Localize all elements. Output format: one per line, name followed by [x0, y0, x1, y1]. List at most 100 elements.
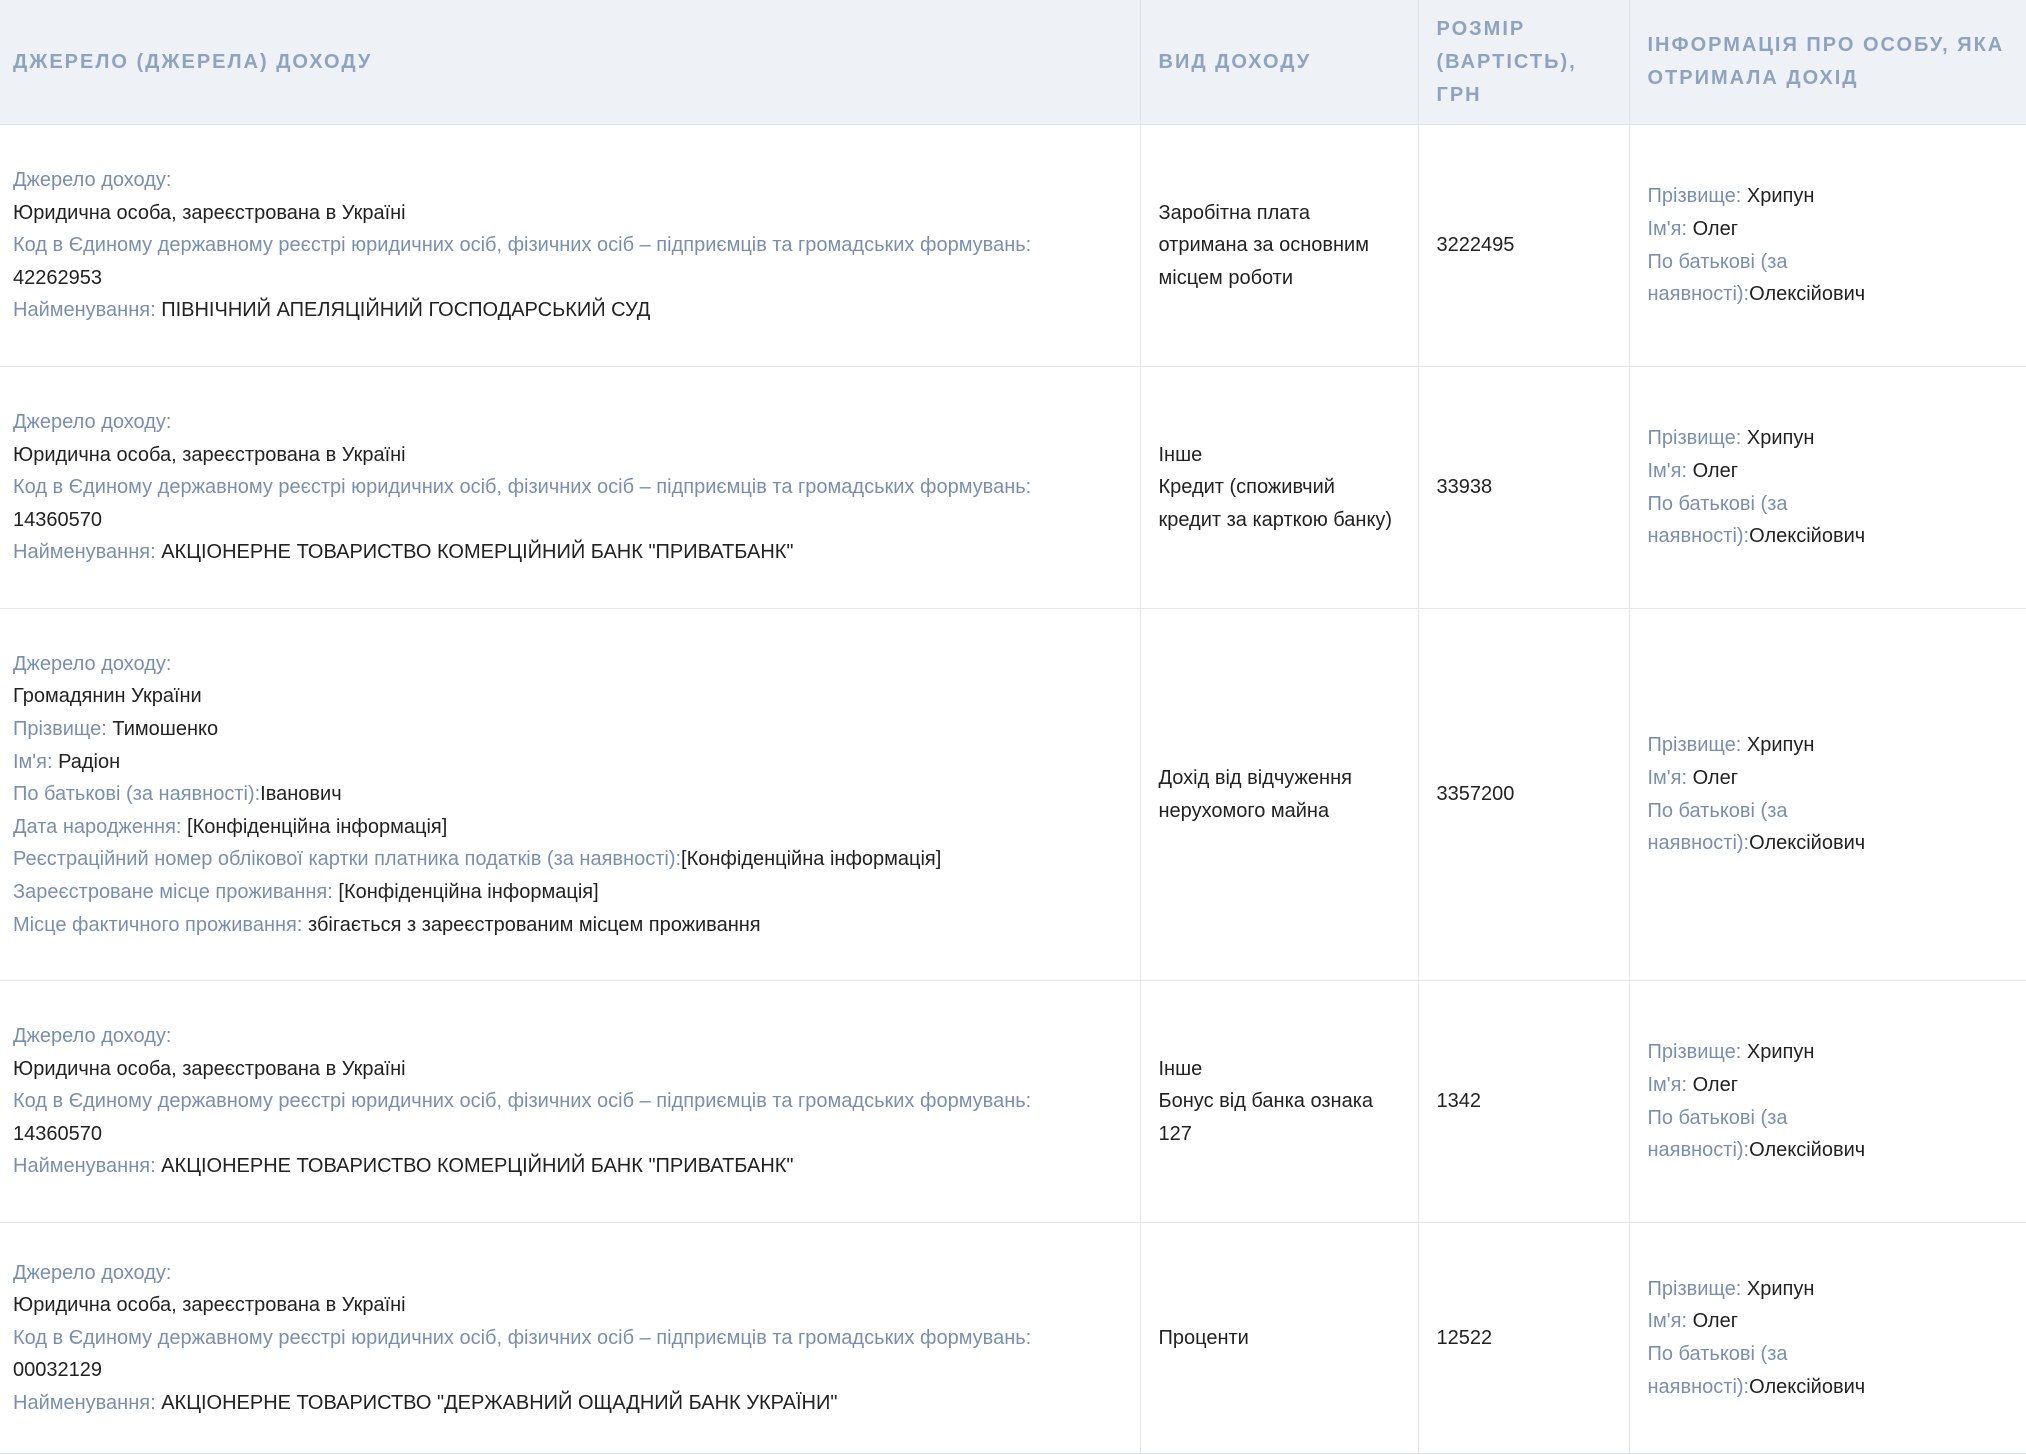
- income-amount-cell: 3222495: [1417, 124, 1629, 367]
- patronymic-label: По батькові (за: [1647, 1343, 1788, 1365]
- registry-code-value: 14360570: [13, 508, 102, 531]
- tax-id-value: [Конфіденційна інформація]: [681, 848, 942, 871]
- entity-name-label: Найменування:: [13, 299, 156, 322]
- source-type: Юридична особа, зареєстрована в Україні: [13, 1057, 406, 1080]
- source-label: Джерело доходу:: [13, 1025, 172, 1048]
- source-label: Джерело доходу:: [13, 652, 172, 675]
- surname-label: Прізвище:: [1647, 1277, 1742, 1300]
- entity-name-value: АКЦІОНЕРНЕ ТОВАРИСТВО "ДЕРЖАВНИЙ ОЩАДНИЙ…: [161, 1391, 838, 1414]
- patronymic-label-cont: наявності):: [1647, 525, 1750, 548]
- recipient-info-cell: Прізвище: Хрипун Ім'я: Олег По батькові …: [1628, 980, 2026, 1223]
- patronymic-value: Олексійович: [1749, 832, 1866, 855]
- patronymic-value: Олексійович: [1749, 1375, 1866, 1398]
- income-source-cell: Джерело доходу: Юридична особа, зареєстр…: [0, 980, 1140, 1223]
- tax-id-label: Реєстраційний номер облікової картки пла…: [13, 848, 682, 871]
- patronymic-label-cont: наявності):: [1647, 1375, 1750, 1398]
- surname-value: Хрипун: [1746, 185, 1815, 208]
- reg-address-value: [Конфіденційна інформація]: [338, 880, 599, 903]
- registry-code-label: Код в Єдиному державному реєстрі юридичн…: [13, 476, 1032, 499]
- income-amount-cell: 12522: [1417, 1222, 1629, 1454]
- patronymic-label: По батькові (за: [1647, 799, 1788, 822]
- patronymic-label-cont: наявності):: [1647, 283, 1750, 306]
- income-table: Джерело (джерела) доходу Вид доходу Розм…: [0, 0, 2026, 1454]
- table-row: Джерело доходу: Юридична особа, зареєстр…: [0, 366, 2026, 609]
- firstname-label: Ім'я:: [1647, 217, 1688, 240]
- income-amount: 1342: [1436, 1090, 1482, 1113]
- patronymic-value: Олексійович: [1749, 1139, 1866, 1162]
- firstname-value: Олег: [1692, 459, 1738, 482]
- income-amount-cell: 1342: [1417, 980, 1629, 1223]
- income-source-cell: Джерело доходу: Юридична особа, зареєстр…: [0, 124, 1140, 367]
- patronymic-value: Олексійович: [1749, 525, 1866, 548]
- income-type-cell: Проценти: [1139, 1222, 1418, 1454]
- recipient-info-cell: Прізвище: Хрипун Ім'я: Олег По батькові …: [1628, 1222, 2026, 1454]
- entity-name-label: Найменування:: [13, 541, 156, 564]
- table-row: Джерело доходу: Громадянин України Прізв…: [0, 608, 2026, 981]
- source-type: Юридична особа, зареєстрована в Україні: [13, 443, 406, 466]
- source-label: Джерело доходу:: [13, 169, 172, 192]
- table-row: Джерело доходу: Юридична особа, зареєстр…: [0, 980, 2026, 1223]
- reg-address-label: Зареєстроване місце проживання:: [13, 880, 333, 903]
- income-type: Дохід від відчуження нерухомого майна: [1158, 766, 1352, 822]
- table-row: Джерело доходу: Юридична особа, зареєстр…: [0, 1222, 2026, 1454]
- source-type: Юридична особа, зареєстрована в Україні: [13, 1294, 406, 1317]
- firstname-value: Олег: [1692, 1310, 1738, 1333]
- income-source-cell: Джерело доходу: Громадянин України Прізв…: [0, 608, 1140, 981]
- registry-code-label: Код в Єдиному державному реєстрі юридичн…: [13, 1326, 1032, 1349]
- patronymic-label: По батькові (за: [1647, 250, 1788, 273]
- income-type-cell: Дохід від відчуження нерухомого майна: [1139, 608, 1418, 981]
- entity-name-value: ПІВНІЧНИЙ АПЕЛЯЦІЙНИЙ ГОСПОДАРСЬКИЙ СУД: [161, 299, 651, 322]
- recipient-info-cell: Прізвище: Хрипун Ім'я: Олег По батькові …: [1628, 124, 2026, 367]
- income-amount: 3357200: [1436, 783, 1515, 806]
- table-header-row: Джерело (джерела) доходу Вид доходу Розм…: [0, 0, 2026, 125]
- birthdate-label: Дата народження:: [13, 815, 182, 838]
- recipient-info-cell: Прізвище: Хрипун Ім'я: Олег По батькові …: [1628, 366, 2026, 609]
- income-type: Інше: [1158, 1057, 1203, 1080]
- source-type: Юридична особа, зареєстрована в Україні: [13, 201, 406, 224]
- patronymic-value: Олексійович: [1749, 283, 1866, 306]
- entity-name-value: АКЦІОНЕРНЕ ТОВАРИСТВО КОМЕРЦІЙНИЙ БАНК "…: [161, 1155, 794, 1178]
- surname-value: Хрипун: [1746, 734, 1815, 757]
- income-amount: 12522: [1436, 1326, 1493, 1349]
- patronymic-label-cont: наявності):: [1647, 1139, 1750, 1162]
- recipient-info-cell: Прізвище: Хрипун Ім'я: Олег По батькові …: [1628, 608, 2026, 981]
- header-income-type: Вид доходу: [1139, 0, 1418, 125]
- actual-address-label: Місце фактичного проживання:: [13, 913, 303, 936]
- source-label: Джерело доходу:: [13, 1261, 172, 1284]
- registry-code-value: 42262953: [13, 266, 102, 289]
- registry-code-value: 14360570: [13, 1122, 102, 1145]
- income-source-cell: Джерело доходу: Юридична особа, зареєстр…: [0, 1222, 1140, 1454]
- entity-name-label: Найменування:: [13, 1155, 156, 1178]
- surname-label: Прізвище:: [1647, 734, 1742, 757]
- firstname-label: Ім'я:: [1647, 1073, 1688, 1096]
- surname-label: Прізвище:: [1647, 185, 1742, 208]
- header-recipient-info: Інформація про особу, яка отримала дохід: [1628, 0, 2026, 125]
- firstname-value: Олег: [1692, 1073, 1738, 1096]
- firstname-label: Ім'я:: [1647, 1310, 1688, 1333]
- income-type-cell: Інше Бонус від банка ознака 127: [1139, 980, 1418, 1223]
- income-type-detail: Бонус від банка ознака 127: [1158, 1090, 1374, 1145]
- income-amount-cell: 33938: [1417, 366, 1629, 609]
- surname-value: Хрипун: [1746, 1041, 1815, 1064]
- income-amount: 33938: [1436, 476, 1493, 499]
- income-type: Проценти: [1158, 1326, 1249, 1349]
- firstname-value: Олег: [1692, 766, 1738, 789]
- surname-value: Хрипун: [1746, 427, 1815, 450]
- income-source-cell: Джерело доходу: Юридична особа, зареєстр…: [0, 366, 1140, 609]
- income-type-cell: Заробітна плата отримана за основним міс…: [1139, 124, 1418, 367]
- surname-value: Тимошенко: [112, 718, 219, 741]
- patronymic-label: По батькові (за: [1647, 1106, 1788, 1129]
- surname-value: Хрипун: [1746, 1277, 1815, 1300]
- entity-name-label: Найменування:: [13, 1391, 156, 1414]
- firstname-label: Ім'я:: [1647, 766, 1688, 789]
- source-label: Джерело доходу:: [13, 411, 172, 434]
- income-type: Заробітна плата отримана за основним міс…: [1158, 201, 1369, 289]
- surname-label: Прізвище:: [13, 718, 107, 741]
- surname-label: Прізвище:: [1647, 427, 1742, 450]
- income-type-cell: Інше Кредит (споживчий кредит за карткою…: [1139, 366, 1418, 609]
- table-row: Джерело доходу: Юридична особа, зареєстр…: [0, 124, 2026, 367]
- surname-label: Прізвище:: [1647, 1041, 1742, 1064]
- firstname-label: Ім'я:: [13, 750, 53, 773]
- birthdate-value: [Конфіденційна інформація]: [187, 815, 448, 838]
- header-income-amount: Розмір (вартість), грн: [1417, 0, 1629, 125]
